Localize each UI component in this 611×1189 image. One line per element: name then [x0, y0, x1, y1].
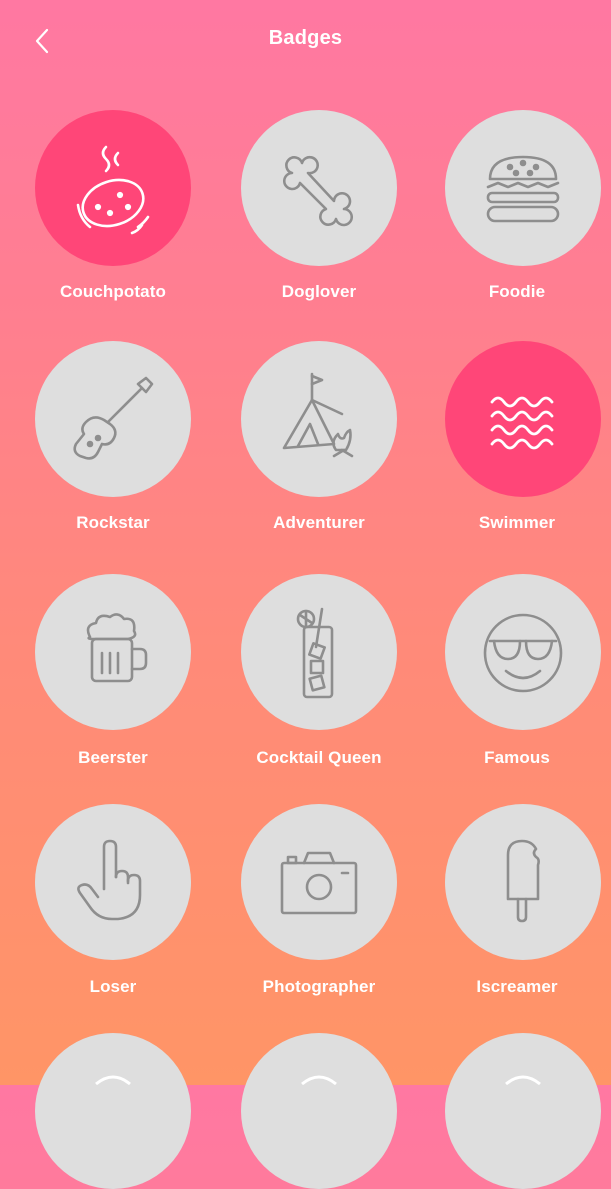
badge-circle: [241, 574, 397, 730]
sunglasses-face-icon: [483, 613, 563, 693]
badge-circle: [445, 804, 601, 960]
potato-icon: [76, 145, 150, 235]
badge-label: Adventurer: [273, 513, 365, 532]
badge-label: Iscreamer: [476, 977, 558, 996]
badge-label: Photographer: [262, 977, 376, 996]
badge-circle: [35, 804, 191, 960]
badge-label: Rockstar: [76, 513, 150, 532]
pointing-hand-icon: [77, 839, 142, 921]
badge-label: Doglover: [281, 282, 357, 301]
badge-circle: [35, 110, 191, 266]
popsicle-icon: [506, 839, 540, 923]
badge-icon: [505, 1075, 541, 1086]
badge-label: Couchpotato: [60, 282, 166, 301]
badge-circle: [35, 1033, 191, 1189]
badge-label: Beerster: [78, 748, 148, 767]
badge-circle: [445, 341, 601, 497]
badge-circle: [241, 804, 397, 960]
badge-circle: [35, 341, 191, 497]
badge-circle: [445, 1033, 601, 1189]
badge-circle: [241, 1033, 397, 1189]
burger-icon: [486, 155, 560, 223]
badge-icon: [301, 1075, 337, 1086]
badge-label: Swimmer: [478, 513, 556, 532]
badge-circle: [241, 341, 397, 497]
badge-label: Cocktail Queen: [256, 748, 382, 767]
badge-label: Loser: [89, 977, 137, 996]
bone-icon: [283, 155, 353, 227]
waves-icon: [490, 396, 554, 450]
badge-label: Foodie: [488, 282, 546, 301]
guitar-icon: [73, 376, 154, 460]
badge-grid: Couchpotato Doglover Foodie Rockstar Adv…: [0, 0, 611, 1189]
badge-icon: [95, 1075, 131, 1086]
beer-mug-icon: [86, 613, 148, 683]
badge-circle: [241, 110, 397, 266]
cocktail-icon: [296, 607, 334, 699]
camera-icon: [280, 851, 358, 915]
badge-circle: [445, 574, 601, 730]
badge-label: Famous: [484, 748, 550, 767]
badge-circle: [35, 574, 191, 730]
tent-icon: [282, 372, 354, 458]
badge-circle: [445, 110, 601, 266]
